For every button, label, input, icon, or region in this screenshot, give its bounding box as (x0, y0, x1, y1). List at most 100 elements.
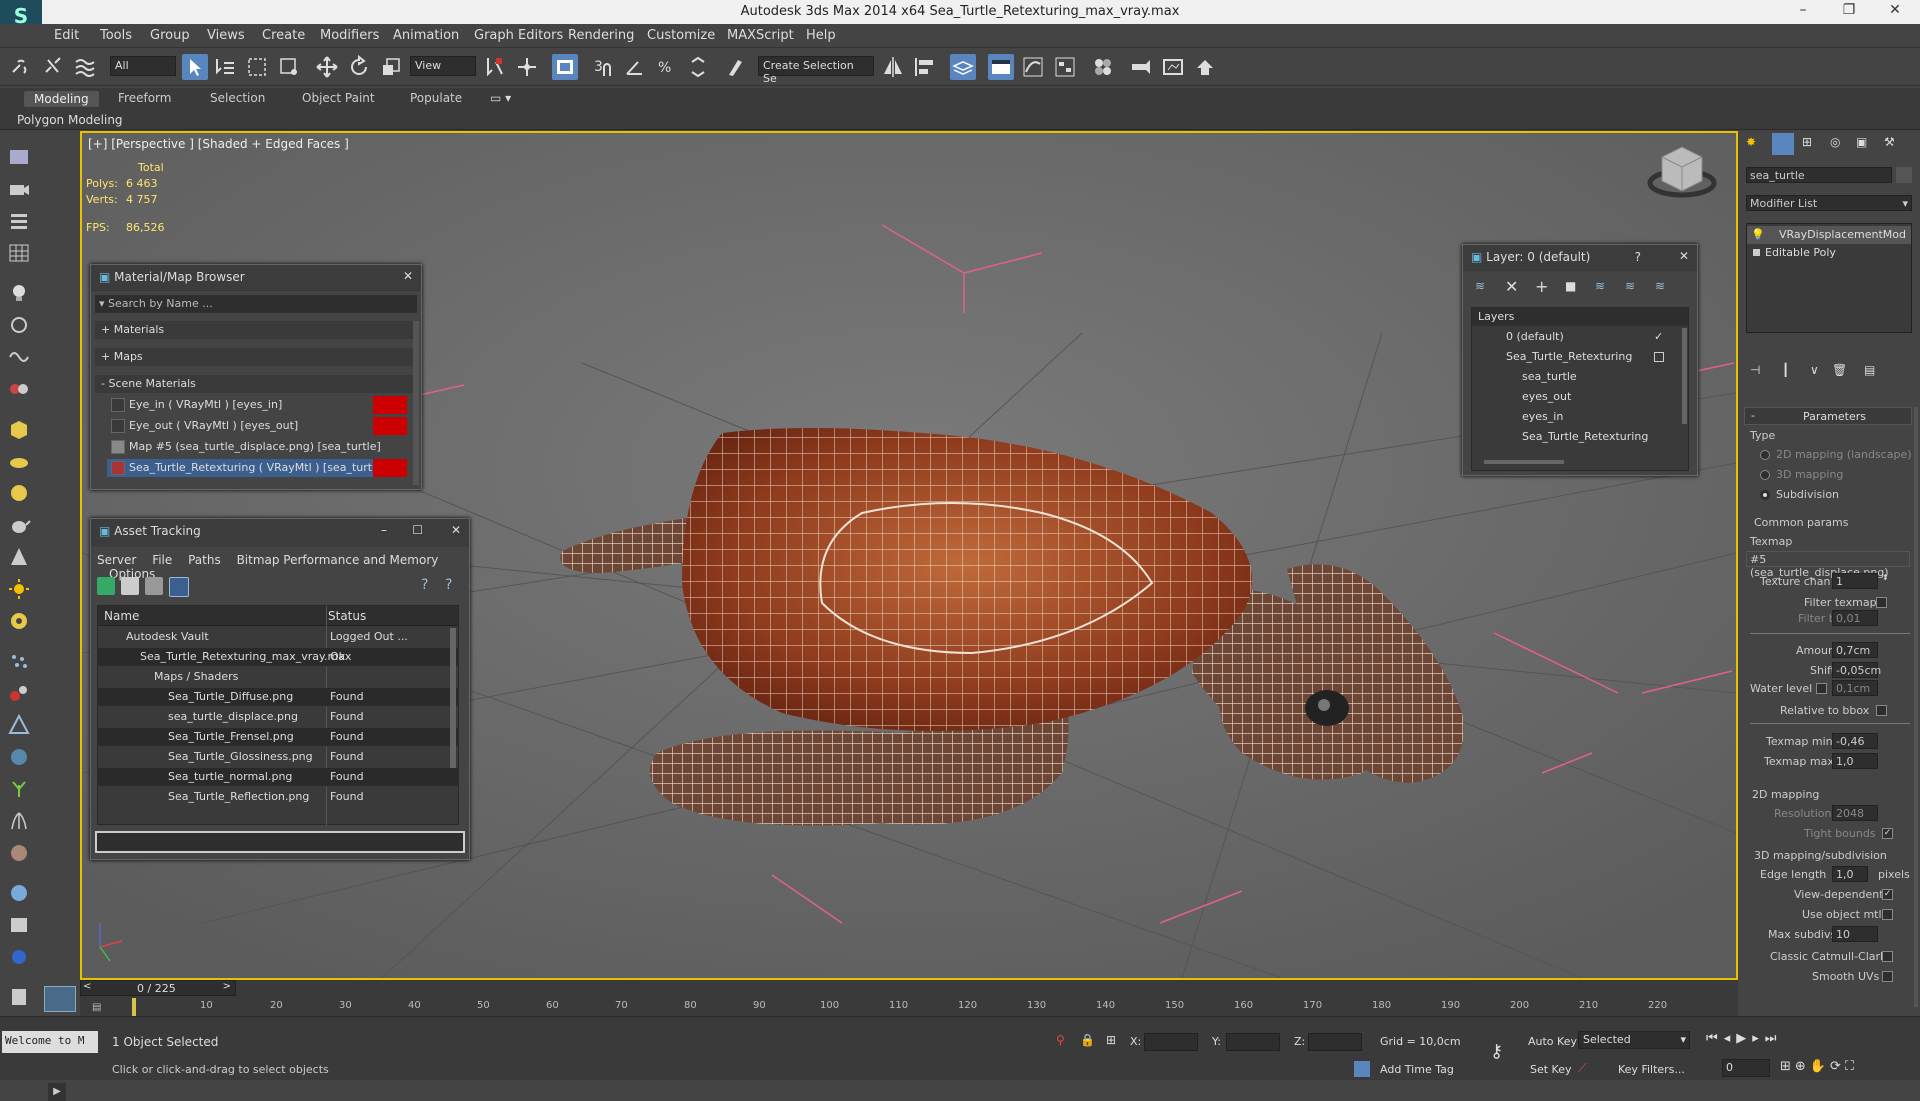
help-icon[interactable]: ? (421, 577, 439, 595)
object-color-swatch[interactable] (1896, 167, 1912, 183)
curve-editor-icon[interactable] (1020, 54, 1046, 80)
list-item[interactable]: Eye_out ( VRayMtl ) [eyes_out] (107, 417, 407, 435)
window-crossing-icon[interactable] (276, 54, 302, 80)
select-layer-icon[interactable]: ■ (1565, 279, 1576, 293)
teapot-icon[interactable] (6, 513, 32, 537)
viewport-label[interactable]: [+] [Perspective ] [Shaded + Edged Faces… (88, 137, 349, 151)
torus-icon[interactable] (6, 609, 32, 633)
catmull-clark-checkbox[interactable] (1882, 951, 1893, 962)
menu-views[interactable]: Views (207, 28, 245, 43)
group-maps[interactable]: + Maps (95, 348, 417, 366)
layer-item[interactable]: 0 (default) ✓ (1472, 328, 1688, 346)
hide-layers-icon[interactable]: ≋ (1625, 279, 1635, 293)
time-config-icon[interactable]: ⊞ (1780, 1059, 1795, 1074)
layer-item[interactable]: eyes_out (1472, 388, 1688, 406)
foliage-icon[interactable] (6, 777, 32, 801)
delete-layer-icon[interactable]: ✕ (1505, 277, 1518, 296)
polygon-modeling-label[interactable]: Polygon Modeling (17, 113, 123, 127)
graphite-tools-icon[interactable] (988, 54, 1014, 80)
modify-tab-icon[interactable] (1772, 133, 1794, 155)
ribbon-options-icon[interactable]: ▭ ▾ (490, 91, 511, 105)
view-dependent-checkbox[interactable]: ✓ (1882, 889, 1893, 900)
modifier-list-dropdown[interactable]: Modifier List ▾ (1746, 195, 1912, 211)
tab-selection[interactable]: Selection (210, 91, 265, 105)
vray-icon[interactable] (6, 745, 32, 769)
layer-item[interactable]: Sea_Turtle_Retexturing (1472, 428, 1688, 446)
go-to-end-icon[interactable]: ⏭ (1765, 1031, 1783, 1046)
maximize-button[interactable]: ❐ (1834, 2, 1864, 22)
use-object-mtl-checkbox[interactable] (1882, 909, 1893, 920)
radio-2d-mapping[interactable] (1760, 450, 1770, 460)
asset-path-input[interactable] (95, 831, 465, 853)
spinner-snap-icon[interactable] (686, 54, 712, 80)
rendered-frame-window-icon[interactable] (1160, 54, 1186, 80)
play-icon[interactable]: ▶ (1736, 1031, 1752, 1046)
menu-help[interactable]: Help (806, 28, 836, 43)
table-row[interactable]: Sea_Turtle_Reflection.png Found (98, 788, 458, 806)
maxscript-listener-input[interactable]: Welcome to M (2, 1031, 98, 1053)
material-editor-icon[interactable] (1090, 54, 1116, 80)
water-level-input[interactable]: 0,1cm (1832, 680, 1878, 696)
radio-3d-mapping[interactable] (1760, 470, 1770, 480)
orbit-icon[interactable]: ⟳ (1830, 1059, 1845, 1074)
dynamics-icon[interactable] (6, 681, 32, 705)
amount-input[interactable]: 0,7cm (1832, 642, 1878, 658)
close-icon[interactable]: ✕ (451, 523, 461, 537)
expand-arrow-icon[interactable]: ▶ (48, 1083, 66, 1101)
list-item[interactable]: Eye_in ( VRayMtl ) [eyes_in] (107, 396, 407, 414)
globe-icon[interactable] (6, 881, 32, 905)
relative-bbox-checkbox[interactable] (1876, 705, 1887, 716)
minimize-button[interactable]: – (1788, 2, 1818, 22)
track-bar-icon[interactable]: ▤ (92, 1002, 112, 1014)
angle-snap-icon[interactable] (622, 54, 648, 80)
pivot-center-icon[interactable] (514, 54, 540, 80)
menu-group[interactable]: Group (150, 28, 190, 43)
key-filters-button[interactable]: Key Filters... (1618, 1063, 1685, 1076)
freeze-layers-icon[interactable]: ≋ (1655, 279, 1665, 293)
space-warp-icon[interactable] (6, 345, 32, 369)
sphere-icon[interactable] (6, 481, 32, 505)
menu-modifiers[interactable]: Modifiers (320, 28, 379, 43)
rotate-icon[interactable] (346, 54, 372, 80)
y-coordinate-input[interactable] (1226, 1033, 1280, 1051)
tight-bounds-checkbox[interactable]: ✓ (1882, 828, 1893, 839)
make-unique-icon[interactable]: ∨ (1810, 363, 1819, 377)
link-icon[interactable] (8, 54, 34, 80)
help-context-icon[interactable]: ? (445, 577, 463, 595)
configure-sets-icon[interactable]: ▤ (1864, 363, 1875, 377)
scrollbar[interactable] (1914, 407, 1918, 1007)
tab-freeform[interactable]: Freeform (118, 91, 171, 105)
auto-key-button[interactable]: Auto Key (1528, 1035, 1577, 1048)
snaps-toggle-icon[interactable]: 3 (590, 54, 616, 80)
move-icon[interactable] (314, 54, 340, 80)
zoom-icon[interactable]: ⊕ (1795, 1059, 1810, 1074)
grid-view-icon[interactable] (169, 577, 189, 597)
current-layer-checkbox[interactable] (1654, 352, 1664, 362)
transform-mode-icon[interactable]: ⊞ (1106, 1033, 1116, 1047)
table-row[interactable]: Sea_Turtle_Diffuse.png Found (98, 688, 458, 706)
list-view-icon[interactable] (121, 577, 139, 595)
named-selection-set-input[interactable]: Create Selection Se (758, 56, 874, 85)
table-row[interactable]: Sea_Turtle_Frensel.png Found (98, 728, 458, 746)
timeline-track[interactable]: 10 20 30 40 50 60 70 80 90 100 110 120 1… (132, 998, 1732, 1016)
resolution-input[interactable]: 2048 (1832, 805, 1878, 821)
tab-object-paint[interactable]: Object Paint (302, 91, 375, 105)
scrollbar[interactable] (450, 628, 456, 768)
highlight-layer-icon[interactable]: ≋ (1595, 279, 1605, 293)
menu-maxscript[interactable]: MAXScript (727, 28, 794, 43)
water-level-checkbox[interactable] (1816, 683, 1827, 694)
menu-animation[interactable]: Animation (393, 28, 459, 43)
tab-populate[interactable]: Populate (410, 91, 462, 105)
edit-named-selection-icon[interactable] (724, 54, 750, 80)
maximize-viewport-icon[interactable]: ⛶ (1845, 1059, 1858, 1074)
stack-item-editable-poly[interactable]: Editable Poly (1747, 244, 1911, 262)
selection-filter-dropdown[interactable]: All (110, 56, 176, 76)
menu-tools[interactable]: Tools (100, 28, 132, 43)
minimize-icon[interactable]: – (381, 523, 387, 537)
schematic-view-icon[interactable] (1052, 54, 1078, 80)
layer-panel-header[interactable]: ▣ Layer: 0 (default) ? ✕ (1463, 245, 1697, 271)
reference-coordinate-dropdown[interactable]: View (410, 56, 476, 76)
stack-item-vraydisplacement[interactable]: 💡 VRayDisplacementMod (1747, 226, 1911, 244)
checkmark-icon[interactable]: ✓ (1654, 330, 1663, 343)
asset-tracking-header[interactable]: ▣ Asset Tracking – ☐ ✕ (91, 519, 469, 547)
